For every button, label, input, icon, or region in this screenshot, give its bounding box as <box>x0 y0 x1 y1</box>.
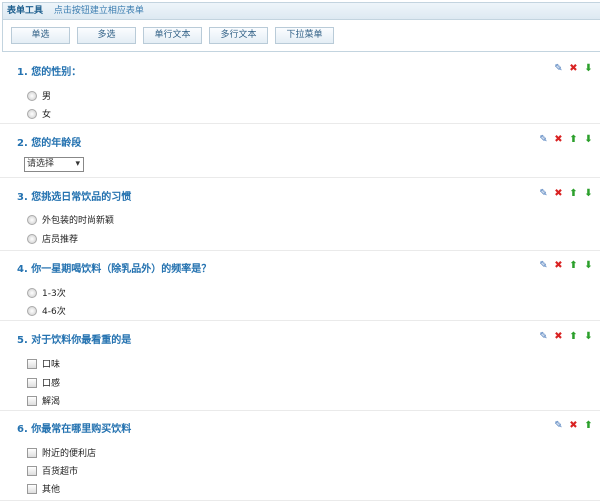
question-actions: ✎ ✖ ⬆ ⬇ <box>538 188 594 199</box>
option-item[interactable]: 附近的便利店 <box>27 446 96 459</box>
question-block: 2. 您的年龄段 ✎ ✖ ⬆ ⬇ 请选择 <box>0 134 600 178</box>
option-item[interactable]: 男 <box>27 89 51 102</box>
checkbox-input[interactable] <box>27 377 37 388</box>
option-item[interactable]: 口感 <box>27 376 60 389</box>
radio-input[interactable] <box>27 287 37 298</box>
question-block: 6. 你最常在哪里购买饮料 ✎ ✖ ⬆ 附近的便利店 百货超市其他 <box>0 420 600 501</box>
arrow-up-icon[interactable]: ⬆ <box>583 420 594 431</box>
add-checkbox-button[interactable]: 多选 <box>77 27 136 44</box>
checkbox-input[interactable] <box>27 395 37 406</box>
toolbox-title: 表单工具 <box>7 6 44 16</box>
option-item[interactable]: 4-6次 <box>27 304 66 317</box>
radio-input[interactable] <box>27 305 37 316</box>
option-item[interactable]: 口味 <box>27 357 60 370</box>
close-icon[interactable]: ✖ <box>553 331 564 342</box>
option-label: 百货超市 <box>42 467 79 477</box>
arrow-down-icon[interactable]: ⬇ <box>583 63 594 74</box>
close-icon[interactable]: ✖ <box>568 420 579 431</box>
checkbox-input[interactable] <box>27 447 37 458</box>
pencil-icon[interactable]: ✎ <box>538 188 549 199</box>
option-item[interactable]: 店员推荐 <box>27 232 78 245</box>
question-block: 3. 您挑选日常饮品的习惯 ✎ ✖ ⬆ ⬇ 外包装的时尚新颖 店员推荐 <box>0 188 600 251</box>
pencil-icon[interactable]: ✎ <box>538 331 549 342</box>
toolbox-hint: 点击按钮建立相应表单 <box>53 6 144 16</box>
arrow-down-icon[interactable]: ⬇ <box>583 331 594 342</box>
option-item[interactable]: 外包装的时尚新颖 <box>27 213 114 226</box>
arrow-up-icon[interactable]: ⬆ <box>568 260 579 271</box>
arrow-down-icon[interactable]: ⬇ <box>583 260 594 271</box>
add-radio-button[interactable]: 单选 <box>11 27 70 44</box>
option-label: 男 <box>42 92 52 102</box>
option-label: 店员推荐 <box>42 235 79 245</box>
close-icon[interactable]: ✖ <box>568 63 579 74</box>
option-label: 1-3次 <box>42 289 66 299</box>
pencil-icon[interactable]: ✎ <box>553 420 564 431</box>
option-item[interactable]: 1-3次 <box>27 286 66 299</box>
option-label: 4-6次 <box>42 307 66 317</box>
option-label: 其他 <box>42 485 61 495</box>
arrow-down-icon[interactable]: ⬇ <box>583 188 594 199</box>
option-label: 女 <box>42 110 52 120</box>
option-item[interactable]: 女 <box>27 107 51 120</box>
arrow-up-icon[interactable]: ⬆ <box>568 331 579 342</box>
checkbox-input[interactable] <box>27 483 37 494</box>
radio-input[interactable] <box>27 233 37 244</box>
question-actions: ✎ ✖ ⬆ <box>553 420 594 431</box>
question-block: 5. 对于饮料你最看重的是 ✎ ✖ ⬆ ⬇ 口味口感解渴 <box>0 331 600 411</box>
option-label: 外包装的时尚新颖 <box>42 216 115 226</box>
form-toolbox: 表单工具 点击按钮建立相应表单 单选 多选 单行文本 多行文本 下拉菜单 <box>2 2 600 52</box>
option-label: 口感 <box>42 379 61 389</box>
question-actions: ✎ ✖ ⬇ <box>553 63 594 74</box>
toolbox-header: 表单工具 点击按钮建立相应表单 <box>3 3 600 20</box>
radio-input[interactable] <box>27 108 37 119</box>
question-block: 4. 你一星期喝饮料（除乳品外）的频率是？ ✎ ✖ ⬆ ⬇ 1-3次 4-6次 <box>0 260 600 321</box>
arrow-down-icon[interactable]: ⬇ <box>583 134 594 145</box>
option-label: 附近的便利店 <box>42 449 97 459</box>
option-item[interactable]: 百货超市 <box>27 464 78 477</box>
question-title: 3. 您挑选日常饮品的习惯 <box>17 192 132 203</box>
close-icon[interactable]: ✖ <box>553 188 564 199</box>
question-title: 1. 您的性别： <box>17 67 82 78</box>
question-actions: ✎ ✖ ⬆ ⬇ <box>538 134 594 145</box>
checkbox-input[interactable] <box>27 465 37 476</box>
question-block: 1. 您的性别： ✎ ✖ ⬇ 男女 <box>0 63 600 124</box>
question-title: 2. 您的年龄段 <box>17 138 82 149</box>
checkbox-input[interactable] <box>27 358 37 369</box>
question-actions: ✎ ✖ ⬆ ⬇ <box>538 331 594 342</box>
option-item[interactable]: 解渴 <box>27 394 60 407</box>
pencil-icon[interactable]: ✎ <box>553 63 564 74</box>
add-textarea-button[interactable]: 多行文本 <box>209 27 268 44</box>
arrow-up-icon[interactable]: ⬆ <box>568 134 579 145</box>
pencil-icon[interactable]: ✎ <box>538 134 549 145</box>
question-title: 4. 你一星期喝饮料（除乳品外）的频率是？ <box>17 264 212 275</box>
option-label: 解渴 <box>42 397 61 407</box>
arrow-up-icon[interactable]: ⬆ <box>568 188 579 199</box>
option-label: 口味 <box>42 360 61 370</box>
option-item[interactable]: 其他 <box>27 482 60 495</box>
question-title: 5. 对于饮料你最看重的是 <box>17 335 132 346</box>
question-title: 6. 你最常在哪里购买饮料 <box>17 424 132 435</box>
radio-input[interactable] <box>27 214 37 225</box>
add-text-button[interactable]: 单行文本 <box>143 27 202 44</box>
age-select[interactable]: 请选择 <box>24 157 84 172</box>
close-icon[interactable]: ✖ <box>553 134 564 145</box>
close-icon[interactable]: ✖ <box>553 260 564 271</box>
question-actions: ✎ ✖ ⬆ ⬇ <box>538 260 594 271</box>
radio-input[interactable] <box>27 90 37 101</box>
add-select-button[interactable]: 下拉菜单 <box>275 27 334 44</box>
pencil-icon[interactable]: ✎ <box>538 260 549 271</box>
